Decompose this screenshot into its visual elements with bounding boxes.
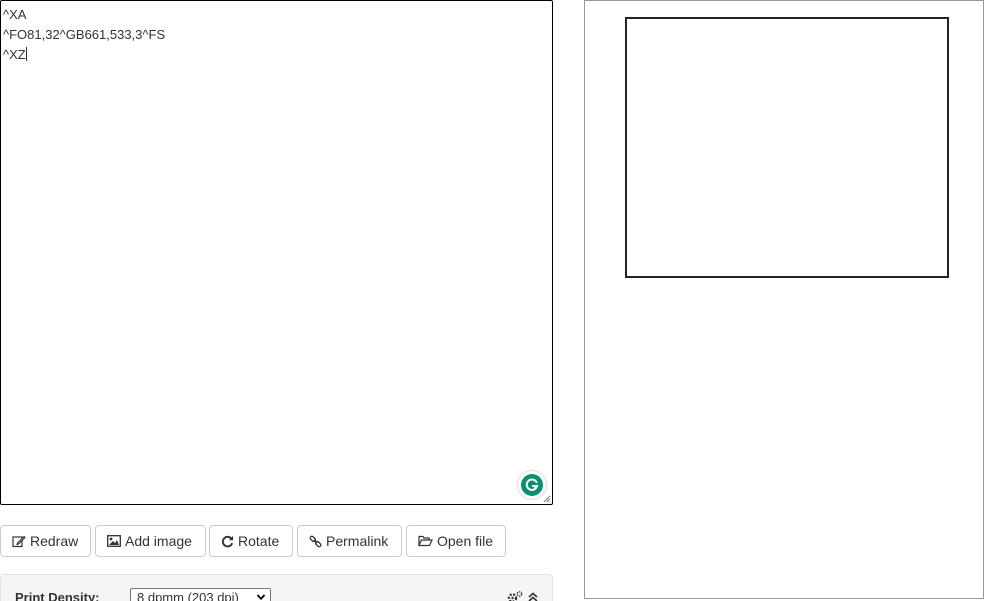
print-density-select[interactable]: 8 dpmm (203 dpi): [130, 588, 271, 601]
image-icon: [107, 535, 121, 547]
print-density-value: 8 dpmm (203 dpi): [137, 590, 239, 601]
code-line: ^FO81,32^GB661,533,3^FS: [3, 27, 166, 42]
permalink-label: Permalink: [326, 533, 389, 549]
settings-icons: [507, 591, 539, 601]
label-preview: [584, 0, 984, 599]
grammarly-icon[interactable]: [518, 471, 546, 499]
settings-panel: Print Density: 8 dpmm (203 dpi): [0, 574, 553, 601]
add-image-button[interactable]: Add image: [95, 525, 206, 557]
permalink-button[interactable]: Permalink: [297, 525, 402, 557]
app-root: ^XA ^FO81,32^GB661,533,3^FS ^XZ Redraw A…: [0, 0, 984, 601]
chevron-down-icon: [256, 594, 266, 601]
text-caret: [25, 47, 27, 61]
zpl-code-editor[interactable]: ^XA ^FO81,32^GB661,533,3^FS ^XZ: [0, 0, 553, 505]
code-line: ^XA: [3, 7, 27, 22]
open-file-label: Open file: [437, 533, 494, 549]
rotate-icon: [221, 535, 234, 548]
redraw-label: Redraw: [30, 533, 79, 549]
rotate-label: Rotate: [238, 533, 280, 549]
code-line: ^XZ: [3, 45, 165, 65]
gears-icon[interactable]: [507, 591, 523, 601]
open-file-button[interactable]: Open file: [406, 525, 506, 557]
resize-handle-icon[interactable]: [543, 495, 551, 503]
code-lines: ^XA ^FO81,32^GB661,533,3^FS ^XZ: [3, 5, 165, 65]
graphic-box: [625, 17, 949, 278]
redraw-button[interactable]: Redraw: [0, 525, 91, 557]
add-image-label: Add image: [125, 533, 192, 549]
folder-open-icon: [418, 535, 433, 547]
code-line-text: ^XZ: [3, 47, 26, 62]
rotate-button[interactable]: Rotate: [209, 525, 293, 557]
print-density-label: Print Density:: [15, 590, 100, 601]
link-icon: [309, 535, 322, 548]
chevron-up-icon[interactable]: [527, 591, 539, 601]
edit-icon: [12, 535, 26, 548]
